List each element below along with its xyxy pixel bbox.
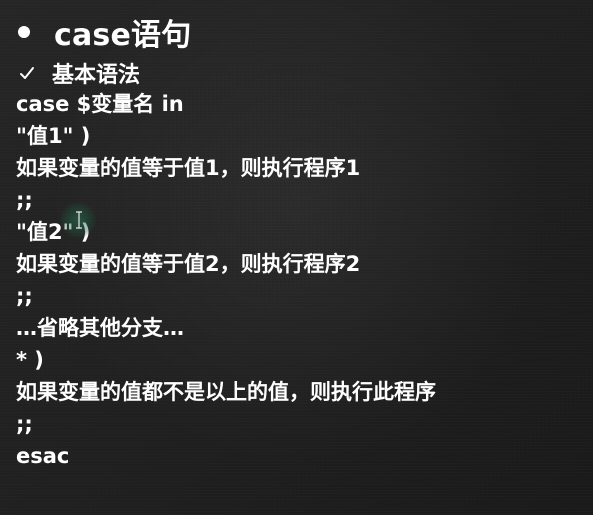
text-cursor-icon — [75, 211, 83, 229]
syntax-line: ;; — [16, 284, 33, 308]
syntax-line: "值1" ) — [16, 124, 91, 148]
slide: case语句 基本语法 case $变量名 in "值1" ) 如果变量的值等于… — [0, 0, 593, 515]
bullet-dot-icon — [18, 26, 30, 38]
syntax-line: case $变量名 in — [16, 92, 184, 116]
slide-subheading: 基本语法 — [18, 58, 140, 88]
syntax-line: ;; — [16, 188, 33, 212]
checkmark-icon — [18, 64, 36, 82]
syntax-block: case $变量名 in "值1" ) 如果变量的值等于值1，则执行程序1 ;;… — [16, 88, 583, 472]
slide-title: case语句 — [54, 18, 192, 53]
syntax-line: esac — [16, 444, 70, 468]
slide-heading: case语句 — [18, 10, 191, 54]
syntax-line: * ) — [16, 348, 44, 372]
syntax-line: ;; — [16, 412, 33, 436]
syntax-line: 如果变量的值等于值1，则执行程序1 — [16, 156, 361, 180]
syntax-line: "值2" ) — [16, 220, 91, 244]
syntax-line: 如果变量的值等于值2，则执行程序2 — [16, 252, 361, 276]
syntax-line: 如果变量的值都不是以上的值，则执行此程序 — [16, 380, 436, 404]
slide-subtitle: 基本语法 — [52, 63, 141, 88]
syntax-line: …省略其他分支… — [16, 316, 184, 340]
